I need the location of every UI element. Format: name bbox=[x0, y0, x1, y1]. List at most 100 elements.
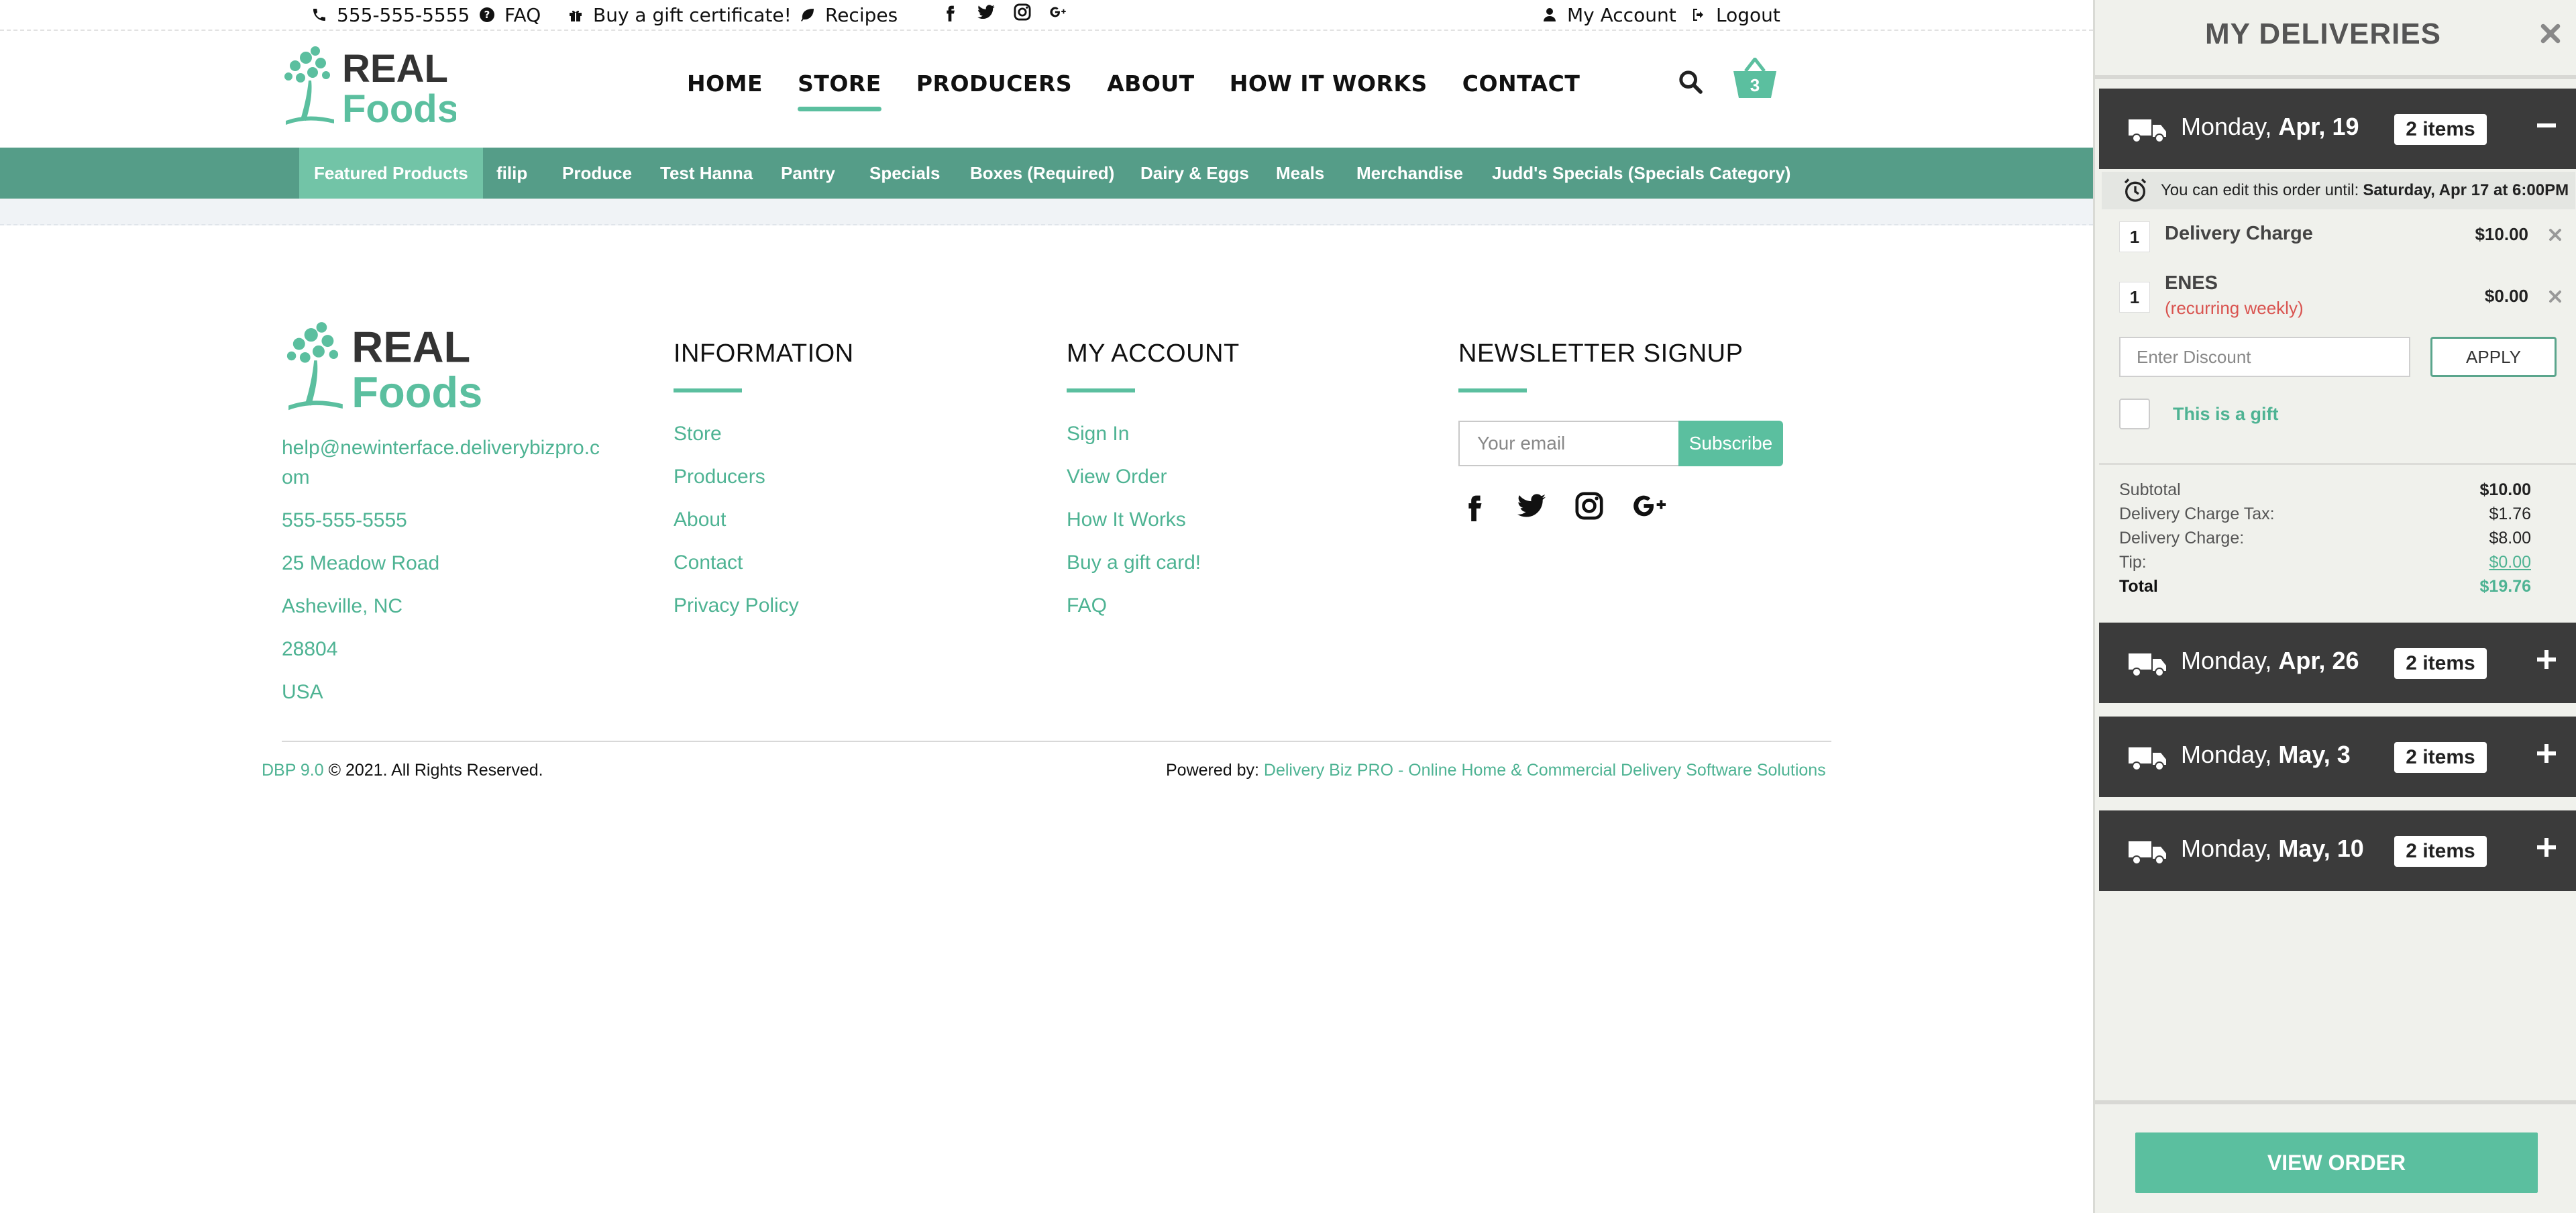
category-judds-specials[interactable]: Judd's Specials (Specials Category) bbox=[1477, 148, 1805, 199]
footer-link-how-it-works[interactable]: How It Works bbox=[1067, 507, 1240, 549]
nav-home[interactable]: HOME bbox=[687, 66, 763, 102]
footer-account-heading: MY ACCOUNT bbox=[1067, 339, 1240, 368]
footer-link-view-order[interactable]: View Order bbox=[1067, 464, 1240, 507]
newsletter-subscribe-button[interactable]: Subscribe bbox=[1678, 421, 1783, 466]
footer-email-line1: help@newinterface.deliverybizpro.c bbox=[282, 437, 600, 459]
footer-link-gift-card[interactable]: Buy a gift card! bbox=[1067, 549, 1240, 592]
sign-out-icon bbox=[1693, 9, 1703, 21]
plus-icon[interactable] bbox=[2532, 645, 2561, 674]
footer-logo[interactable]: REAL Foods bbox=[280, 315, 482, 417]
plus-icon[interactable] bbox=[2532, 833, 2561, 861]
twitter-icon[interactable] bbox=[1516, 490, 1547, 521]
nav-how-it-works[interactable]: HOW IT WORKS bbox=[1230, 66, 1428, 102]
footer-heading-underline bbox=[1067, 388, 1135, 392]
category-test-hanna[interactable]: Test Hanna bbox=[645, 148, 767, 199]
footer-link-privacy-policy[interactable]: Privacy Policy bbox=[674, 592, 854, 635]
summary-tip-value[interactable]: $0.00 bbox=[2489, 550, 2531, 574]
google-plus-icon[interactable] bbox=[1049, 3, 1068, 21]
powered-by-link[interactable]: Delivery Biz PRO - Online Home & Commerc… bbox=[1264, 761, 1826, 780]
category-boxes-required[interactable]: Boxes (Required) bbox=[955, 148, 1129, 199]
category-pantry[interactable]: Pantry bbox=[766, 148, 850, 199]
remove-item-icon[interactable] bbox=[2546, 287, 2565, 306]
facebook-icon[interactable] bbox=[1458, 490, 1489, 521]
footer-link-store[interactable]: Store bbox=[674, 421, 854, 464]
nav-contact[interactable]: CONTACT bbox=[1462, 66, 1580, 102]
footer-copyright: DBP 9.0 © 2021. All Rights Reserved. bbox=[262, 761, 543, 780]
edit-note-text: You can edit this order until: bbox=[2161, 181, 2359, 199]
summary-tax-label: Delivery Charge Tax: bbox=[2119, 505, 2275, 523]
search-button[interactable] bbox=[1677, 68, 1704, 95]
version-link[interactable]: DBP 9.0 bbox=[262, 761, 324, 780]
apply-discount-button[interactable]: APPLY bbox=[2430, 337, 2557, 377]
topbar-my-account[interactable]: My Account bbox=[1542, 1, 1676, 28]
nav-about[interactable]: ABOUT bbox=[1107, 66, 1195, 102]
nav-producers[interactable]: PRODUCERS bbox=[916, 66, 1072, 102]
category-dairy-eggs[interactable]: Dairy & Eggs bbox=[1126, 148, 1264, 199]
topbar-logout[interactable]: Logout bbox=[1690, 1, 1780, 28]
cart-button[interactable]: 3 bbox=[1732, 56, 1778, 99]
footer-link-producers[interactable]: Producers bbox=[674, 464, 854, 507]
sidebar-close-button[interactable] bbox=[2536, 19, 2565, 48]
topbar-recipes-label: Recipes bbox=[825, 3, 898, 26]
category-filip[interactable]: filip bbox=[482, 148, 542, 199]
phone-icon bbox=[313, 9, 325, 21]
twitter-icon[interactable] bbox=[977, 3, 996, 21]
google-plus-icon[interactable] bbox=[1631, 490, 1670, 521]
footer-zip: 28804 bbox=[282, 638, 338, 660]
footer-email[interactable]: help@newinterface.deliverybizpro.c om bbox=[282, 433, 600, 492]
footer-logo-line2: Foods bbox=[352, 368, 482, 415]
footer-link-faq[interactable]: FAQ bbox=[1067, 592, 1240, 635]
truck-icon bbox=[2129, 747, 2166, 771]
plus-icon[interactable] bbox=[2532, 739, 2561, 768]
gift-checkbox-label[interactable]: This is a gift bbox=[2173, 404, 2279, 425]
facebook-icon[interactable] bbox=[941, 3, 959, 21]
delivery-weekday: Monday, bbox=[2181, 113, 2272, 140]
sidebar-divider bbox=[2095, 1100, 2576, 1104]
category-produce[interactable]: Produce bbox=[547, 148, 647, 199]
delivery-header[interactable]: Monday, Apr, 19 2 items bbox=[2099, 89, 2576, 169]
item-quantity[interactable]: 1 bbox=[2119, 221, 2150, 252]
item-name: ENES bbox=[2165, 272, 2218, 294]
footer-newsletter-heading: NEWSLETTER SIGNUP bbox=[1458, 339, 1743, 368]
newsletter-email-input[interactable]: Your email bbox=[1458, 421, 1678, 466]
footer-link-about[interactable]: About bbox=[674, 507, 854, 549]
category-specials[interactable]: Specials bbox=[855, 148, 955, 199]
cart-count-badge: 3 bbox=[1750, 75, 1760, 95]
topbar-recipes[interactable]: Recipes bbox=[800, 1, 898, 28]
top-utility-bar: 555-555-5555 ? FAQ Buy a gift certificat… bbox=[0, 0, 2093, 31]
footer-link-sign-in[interactable]: Sign In bbox=[1067, 421, 1240, 464]
delivery-date: Monday, Apr, 26 bbox=[2181, 647, 2359, 675]
footer-phone[interactable]: 555-555-5555 bbox=[282, 506, 600, 535]
view-order-button[interactable]: VIEW ORDER bbox=[2135, 1132, 2538, 1193]
deliveries-sidebar: MY DELIVERIES Monday, Apr, 19 2 items Yo… bbox=[2093, 0, 2576, 1213]
summary-tip-label: Tip: bbox=[2119, 553, 2147, 572]
remove-item-icon[interactable] bbox=[2546, 225, 2565, 244]
alarm-clock-icon bbox=[2124, 178, 2147, 202]
gift-checkbox[interactable] bbox=[2119, 399, 2150, 429]
delivery-day: May, 10 bbox=[2278, 835, 2364, 862]
category-meals[interactable]: Meals bbox=[1261, 148, 1339, 199]
category-merchandise[interactable]: Merchandise bbox=[1342, 148, 1478, 199]
topbar-phone[interactable]: 555-555-5555 bbox=[311, 1, 470, 28]
delivery-header[interactable]: Monday, Apr, 26 2 items bbox=[2099, 623, 2576, 703]
instagram-icon[interactable] bbox=[1013, 3, 1032, 21]
topbar-faq[interactable]: ? FAQ bbox=[479, 1, 541, 28]
discount-input[interactable]: Enter Discount bbox=[2119, 337, 2410, 377]
footer-link-contact[interactable]: Contact bbox=[674, 549, 854, 592]
instagram-icon[interactable] bbox=[1574, 490, 1605, 521]
delivery-day: May, 3 bbox=[2278, 741, 2351, 768]
delivery-header[interactable]: Monday, May, 10 2 items bbox=[2099, 810, 2576, 891]
summary-total-value: $19.76 bbox=[2479, 577, 2531, 596]
delivery-weekday: Monday, bbox=[2181, 835, 2272, 862]
delivery-header[interactable]: Monday, May, 3 2 items bbox=[2099, 717, 2576, 797]
copyright-text: © 2021. All Rights Reserved. bbox=[328, 761, 543, 780]
topbar-logout-label: Logout bbox=[1716, 3, 1780, 26]
site-logo[interactable]: REAL Foods bbox=[280, 40, 459, 131]
category-featured-products[interactable]: Featured Products bbox=[299, 148, 483, 199]
minus-icon[interactable] bbox=[2532, 111, 2561, 140]
footer-social bbox=[1458, 490, 1783, 521]
footer-information-column: INFORMATION Store Producers About Contac… bbox=[674, 339, 854, 635]
item-quantity[interactable]: 1 bbox=[2119, 282, 2150, 313]
nav-store[interactable]: STORE bbox=[798, 66, 881, 111]
topbar-gift[interactable]: Buy a gift certificate! bbox=[568, 1, 792, 28]
